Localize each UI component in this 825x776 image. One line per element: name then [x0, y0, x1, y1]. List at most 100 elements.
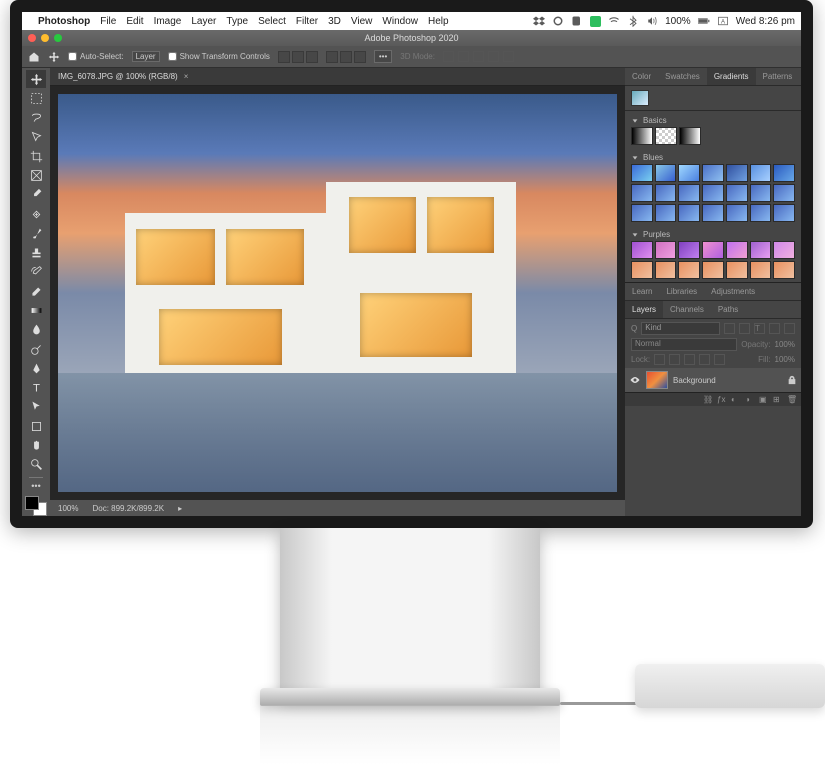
shape-tool[interactable]	[26, 417, 46, 435]
new-group-icon[interactable]: ▣	[759, 395, 769, 405]
gradient-swatch[interactable]	[773, 204, 795, 222]
stamp-tool[interactable]	[26, 244, 46, 262]
lock-paint-icon[interactable]	[669, 354, 680, 365]
filter-pixel-icon[interactable]	[724, 323, 735, 334]
tab-swatches[interactable]: Swatches	[658, 68, 707, 85]
zoom-level[interactable]: 100%	[58, 504, 78, 513]
align-center-icon[interactable]	[292, 51, 304, 63]
menubar-file[interactable]: File	[100, 16, 116, 27]
current-gradient-swatch[interactable]	[631, 90, 649, 106]
move-tool-indicator-icon[interactable]	[48, 51, 60, 63]
pen-tool[interactable]	[26, 359, 46, 377]
auto-select-dropdown[interactable]: Layer	[132, 51, 160, 62]
gradient-swatch[interactable]	[631, 164, 653, 182]
menubar-3d[interactable]: 3D	[328, 16, 341, 27]
align-left-icon[interactable]	[278, 51, 290, 63]
lock-artboard-icon[interactable]	[699, 354, 710, 365]
foreground-color-swatch[interactable]	[25, 496, 39, 510]
gradient-swatch[interactable]	[702, 184, 724, 202]
gradient-swatch[interactable]	[773, 261, 795, 279]
quick-select-tool[interactable]	[26, 128, 46, 146]
crop-tool[interactable]	[26, 147, 46, 165]
tab-adjustments[interactable]: Adjustments	[704, 283, 762, 300]
lock-transparent-icon[interactable]	[654, 354, 665, 365]
close-tab-icon[interactable]: ×	[184, 72, 189, 81]
menubar-image[interactable]: Image	[154, 16, 182, 27]
tab-color[interactable]: Color	[625, 68, 658, 85]
layer-style-icon[interactable]: ƒx	[717, 395, 727, 405]
menubar-layer[interactable]: Layer	[191, 16, 216, 27]
gradient-swatch[interactable]	[655, 241, 677, 259]
gradient-swatch[interactable]	[702, 164, 724, 182]
menubar-help[interactable]: Help	[428, 16, 449, 27]
menubar-select[interactable]: Select	[258, 16, 286, 27]
home-icon[interactable]	[28, 51, 40, 63]
layer-name[interactable]: Background	[673, 376, 716, 385]
circle-icon[interactable]	[552, 15, 564, 27]
gradient-swatch[interactable]	[679, 127, 701, 145]
layer-mask-icon[interactable]: ◐	[731, 395, 741, 405]
gradient-group-basics[interactable]: Basics	[631, 114, 795, 127]
fill-value[interactable]: 100%	[775, 355, 795, 364]
gradient-swatch[interactable]	[773, 164, 795, 182]
gradient-swatch[interactable]	[702, 204, 724, 222]
frame-tool[interactable]	[26, 166, 46, 184]
tab-patterns[interactable]: Patterns	[756, 68, 800, 85]
gradient-swatch[interactable]	[726, 241, 748, 259]
gradient-swatch[interactable]	[631, 261, 653, 279]
history-brush-tool[interactable]	[26, 263, 46, 281]
input-menu-icon[interactable]: A	[717, 15, 729, 27]
lock-all-icon[interactable]	[714, 354, 725, 365]
gradient-swatch[interactable]	[702, 241, 724, 259]
move-tool[interactable]	[26, 70, 46, 88]
gradient-swatch[interactable]	[631, 184, 653, 202]
gradient-swatch[interactable]	[750, 184, 772, 202]
gradient-swatch[interactable]	[678, 184, 700, 202]
tab-libraries[interactable]: Libraries	[659, 283, 704, 300]
gradient-swatch[interactable]	[773, 241, 795, 259]
gradient-swatch[interactable]	[678, 164, 700, 182]
gradient-swatch[interactable]	[631, 241, 653, 259]
status-chevron-icon[interactable]: ▸	[178, 504, 182, 513]
filter-type-icon[interactable]: T	[754, 323, 765, 334]
menubar-filter[interactable]: Filter	[296, 16, 318, 27]
delete-layer-icon[interactable]: 🗑	[787, 395, 797, 405]
menubar-type[interactable]: Type	[226, 16, 248, 27]
gradient-swatch[interactable]	[678, 241, 700, 259]
more-align-button[interactable]: •••	[374, 50, 392, 63]
tab-channels[interactable]: Channels	[663, 301, 711, 318]
layer-filter-kind[interactable]: Kind	[641, 322, 720, 335]
tab-layers[interactable]: Layers	[625, 301, 663, 318]
blend-mode-dropdown[interactable]: Normal	[631, 338, 737, 351]
gradient-group-blues[interactable]: Blues	[631, 151, 795, 164]
auto-select-checkbox[interactable]: Auto-Select:	[68, 52, 124, 61]
filter-adjust-icon[interactable]	[739, 323, 750, 334]
distribute-v-icon[interactable]	[340, 51, 352, 63]
menubar-window[interactable]: Window	[382, 16, 418, 27]
gradient-swatch[interactable]	[726, 261, 748, 279]
brush-tool[interactable]	[26, 224, 46, 242]
tab-learn[interactable]: Learn	[625, 283, 659, 300]
marquee-tool[interactable]	[26, 89, 46, 107]
layer-thumbnail[interactable]	[646, 371, 668, 389]
menubar-view[interactable]: View	[351, 16, 373, 27]
gradient-swatch[interactable]	[655, 261, 677, 279]
layer-row-background[interactable]: Background	[625, 368, 801, 392]
gradient-tool[interactable]	[26, 301, 46, 319]
gradient-swatch[interactable]	[750, 204, 772, 222]
type-tool[interactable]: T	[26, 379, 46, 397]
doc-size-info[interactable]: Doc: 899.2K/899.2K	[92, 504, 164, 513]
battery-icon[interactable]	[698, 15, 710, 27]
gradient-swatch[interactable]	[726, 164, 748, 182]
lock-position-icon[interactable]	[684, 354, 695, 365]
gradient-group-purples[interactable]: Purples	[631, 228, 795, 241]
gradient-swatch[interactable]	[750, 261, 772, 279]
bluetooth-icon[interactable]	[627, 15, 639, 27]
align-right-icon[interactable]	[306, 51, 318, 63]
status-box-icon[interactable]	[590, 16, 601, 27]
menubar-edit[interactable]: Edit	[126, 16, 143, 27]
visibility-eye-icon[interactable]	[629, 374, 641, 386]
edit-toolbar-button[interactable]: •••	[31, 481, 40, 491]
gradient-swatch[interactable]	[678, 204, 700, 222]
lasso-tool[interactable]	[26, 109, 46, 127]
